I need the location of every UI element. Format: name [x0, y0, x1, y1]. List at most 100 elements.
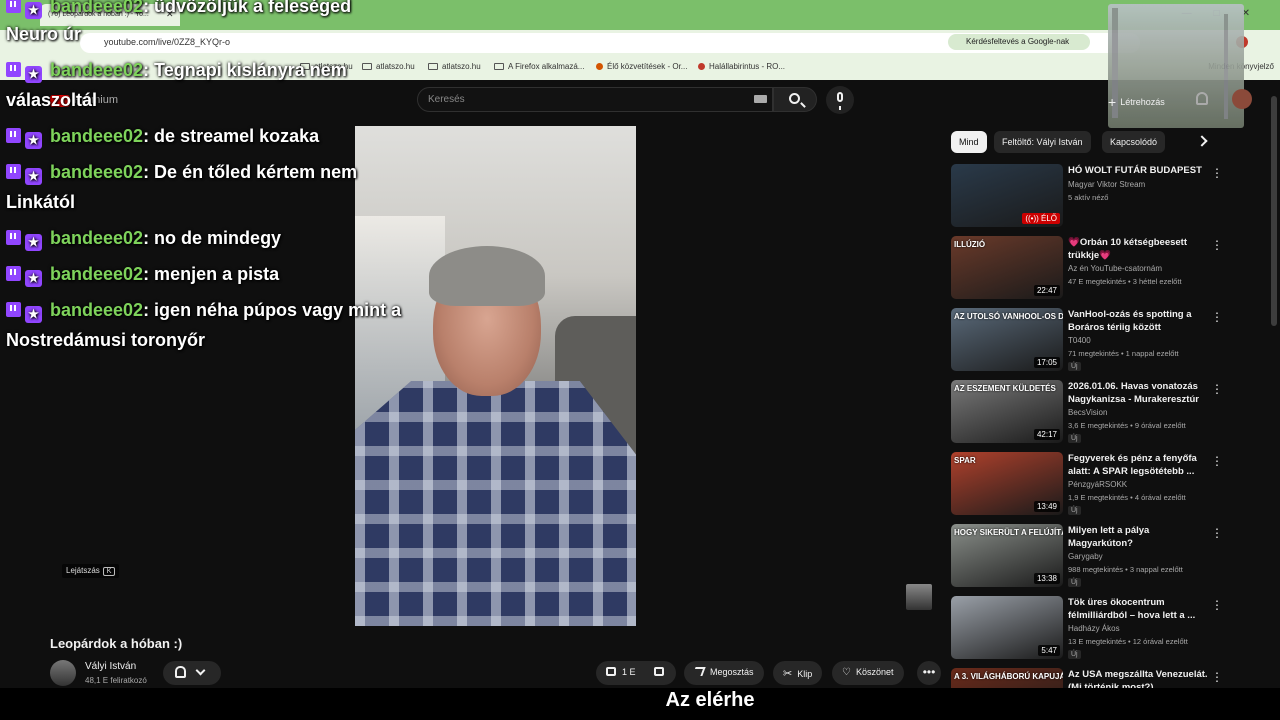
- chat-username: bandeee02: [50, 0, 144, 16]
- chat-text-continued: Nostredámusi toronyőr: [6, 330, 206, 350]
- notifications-bell-icon[interactable]: [1196, 92, 1208, 105]
- chat-message: ★ bandeee02: üdvözöljük a feleséged: [6, 0, 351, 19]
- thumbnail-text: AZ ESZEMENT KÜLDETÉS: [954, 384, 1056, 393]
- recommendation-item[interactable]: SPAR 13:49 Fegyverek és pénz a fenyőfa ala…: [951, 452, 1231, 518]
- video-thumbnail[interactable]: AZ ESZEMENT KÜLDETÉS 42:17: [951, 380, 1063, 443]
- clip-button[interactable]: ✂ Klip: [773, 661, 823, 685]
- plaid-shirt: [355, 381, 636, 626]
- chat-username: bandeee02: [50, 126, 144, 146]
- more-actions-button[interactable]: •••: [917, 661, 941, 685]
- recommendation-title[interactable]: Tök üres ökocentrum félmilliárdból – hov…: [1068, 596, 1208, 622]
- chip-related[interactable]: Kapcsolódó: [1102, 131, 1166, 153]
- google-search-button[interactable]: Kérdésfeltevés a Google-nak: [948, 34, 1090, 50]
- video-thumbnail[interactable]: AZ UTOLSÓ VANHOOL-OS DÉLUTÁN 17:05: [951, 308, 1063, 371]
- url-text[interactable]: youtube.com/live/0ZZ8_KYQr-o: [104, 37, 230, 47]
- more-options-icon[interactable]: ⋮: [1211, 598, 1223, 612]
- more-options-icon[interactable]: ⋮: [1211, 670, 1223, 684]
- recommendation-meta: 71 megtekintés • 1 nappal ezelőtt: [1068, 349, 1179, 358]
- recommendation-channel[interactable]: T0400: [1068, 336, 1091, 345]
- recommendation-channel[interactable]: PénzgyáRSOKK: [1068, 480, 1127, 489]
- thumbnail-text: AZ UTOLSÓ VANHOOL-OS DÉLUTÁN: [954, 312, 1063, 321]
- video-thumbnail[interactable]: HOGY SIKERÜLT A FELÚJÍTÁS? 13:38: [951, 524, 1063, 587]
- overlay-thumbnail[interactable]: [906, 584, 932, 610]
- account-avatar[interactable]: [1232, 89, 1252, 109]
- folder-icon: [362, 63, 372, 70]
- chip-uploader[interactable]: Feltöltő: Vályi István: [994, 131, 1091, 153]
- sidebar-scrollbar[interactable]: [1271, 96, 1277, 326]
- recommendation-title[interactable]: Milyen lett a pálya Magyarkúton?: [1068, 524, 1208, 550]
- person-hair: [429, 246, 545, 306]
- recommendation-channel[interactable]: Magyar Viktor Stream: [1068, 180, 1145, 189]
- video-thumbnail[interactable]: ((•)) ÉLŐ: [951, 164, 1063, 227]
- recommendation-title[interactable]: 💗Orbán 10 kétségbeesett trükkje💗: [1068, 236, 1208, 262]
- twitch-badge-icon: [6, 0, 21, 13]
- chat-username: bandeee02: [50, 228, 144, 248]
- more-options-icon[interactable]: ⋮: [1211, 382, 1223, 396]
- subscriber-star-icon: ★: [25, 66, 42, 83]
- recommendation-title[interactable]: 2026.01.06. Havas vonatozás Nagykanizsa …: [1068, 380, 1208, 406]
- search-button[interactable]: [773, 87, 817, 112]
- more-options-icon[interactable]: ⋮: [1211, 310, 1223, 324]
- more-options-icon[interactable]: ⋮: [1211, 454, 1223, 468]
- bookmark-item[interactable]: A Firefox alkalmazá...: [494, 62, 584, 71]
- subscribed-button[interactable]: [163, 661, 221, 685]
- subscriber-star-icon: ★: [25, 306, 42, 323]
- twitch-badge-icon: [6, 230, 21, 245]
- video-thumbnail[interactable]: SPAR 13:49: [951, 452, 1063, 515]
- recommendation-item[interactable]: 5:47 Tök üres ökocentrum félmilliárdból –…: [951, 596, 1231, 662]
- recommendation-meta: 13 E megtekintés • 12 órával ezelőtt: [1068, 637, 1188, 646]
- folder-icon: [428, 63, 438, 70]
- recommendation-channel[interactable]: Hadházy Ákos: [1068, 624, 1120, 633]
- channel-name[interactable]: Vályi István: [85, 661, 136, 672]
- twitch-badge-icon: [6, 164, 21, 179]
- recommendation-meta: 988 megtekintés • 3 nappal ezelőtt: [1068, 565, 1183, 574]
- recommendation-title[interactable]: Fegyverek és pénz a fenyőfa alatt: A SPA…: [1068, 452, 1208, 478]
- chevron-right-icon[interactable]: [1196, 135, 1208, 147]
- more-options-icon[interactable]: ⋮: [1211, 166, 1223, 180]
- recommendation-channel[interactable]: Az én YouTube-csatornám: [1068, 264, 1162, 273]
- recommendation-item[interactable]: AZ ESZEMENT KÜLDETÉS 42:17 2026.01.06. Hav…: [951, 380, 1231, 446]
- chevron-down-icon: [195, 665, 206, 676]
- recommendation-channel[interactable]: Garygaby: [1068, 552, 1103, 561]
- chip-all[interactable]: Mind: [951, 131, 987, 153]
- recommendation-channel[interactable]: BecsVision: [1068, 408, 1107, 417]
- heart-icon: ♡: [842, 667, 851, 678]
- recommendation-item[interactable]: HOGY SIKERÜLT A FELÚJÍTÁS? 13:38 Milyen le…: [951, 524, 1231, 590]
- chat-text: : no de mindegy: [143, 228, 282, 248]
- recommendation-title[interactable]: HÓ WOLT FUTÁR BUDAPEST: [1068, 164, 1208, 177]
- subscriber-star-icon: ★: [25, 168, 42, 185]
- video-thumbnail[interactable]: ILLÚZIÓ 22:47: [951, 236, 1063, 299]
- video-player[interactable]: [355, 126, 636, 626]
- dislike-button[interactable]: [654, 667, 670, 677]
- twitch-badge-icon: [6, 266, 21, 281]
- keyboard-icon[interactable]: [754, 95, 767, 103]
- recommendation-item[interactable]: ((•)) ÉLŐ HÓ WOLT FUTÁR BUDAPEST Magyar Vi…: [951, 164, 1231, 230]
- thumbnail-text: ILLÚZIÓ: [954, 240, 986, 249]
- voice-search-button[interactable]: [826, 86, 854, 114]
- video-thumbnail[interactable]: 5:47: [951, 596, 1063, 659]
- bookmark-item[interactable]: Halállabirintus - RO...: [698, 62, 785, 71]
- share-button[interactable]: Megosztás: [684, 661, 764, 685]
- channel-avatar[interactable]: [50, 660, 76, 686]
- recommendation-item[interactable]: AZ UTOLSÓ VANHOOL-OS DÉLUTÁN 17:05 VanHool…: [951, 308, 1231, 374]
- search-icon: [789, 93, 800, 104]
- thanks-button[interactable]: ♡ Köszönet: [832, 661, 904, 685]
- favicon-icon: [596, 63, 603, 70]
- chat-message: ★ bandeee02: De én tőled kértem nem: [6, 162, 357, 185]
- recommendation-meta: 47 E megtekintés • 3 héttel ezelőtt: [1068, 277, 1182, 286]
- create-button[interactable]: + Létrehozás: [1100, 89, 1173, 111]
- more-options-icon[interactable]: ⋮: [1211, 526, 1223, 540]
- recommendation-item[interactable]: ILLÚZIÓ 22:47 💗Orbán 10 kétségbeesett trük…: [951, 236, 1231, 302]
- subscriber-star-icon: ★: [25, 2, 42, 19]
- more-options-icon[interactable]: ⋮: [1211, 238, 1223, 252]
- like-button[interactable]: 1 E: [606, 667, 636, 677]
- chat-username: bandeee02: [50, 300, 144, 320]
- recommendation-title[interactable]: VanHool-ozás és spotting a Boráros térii…: [1068, 308, 1208, 334]
- bookmark-item[interactable]: atlatszo.hu: [428, 62, 481, 71]
- bookmark-item[interactable]: atlatszo.hu: [362, 62, 415, 71]
- bookmark-item[interactable]: Élő közvetítések - Or...: [596, 62, 687, 71]
- subscriber-star-icon: ★: [25, 132, 42, 149]
- live-caption: Az elérhe: [665, 689, 755, 711]
- search-input[interactable]: Keresés: [417, 87, 773, 112]
- chat-username: bandeee02: [50, 60, 144, 80]
